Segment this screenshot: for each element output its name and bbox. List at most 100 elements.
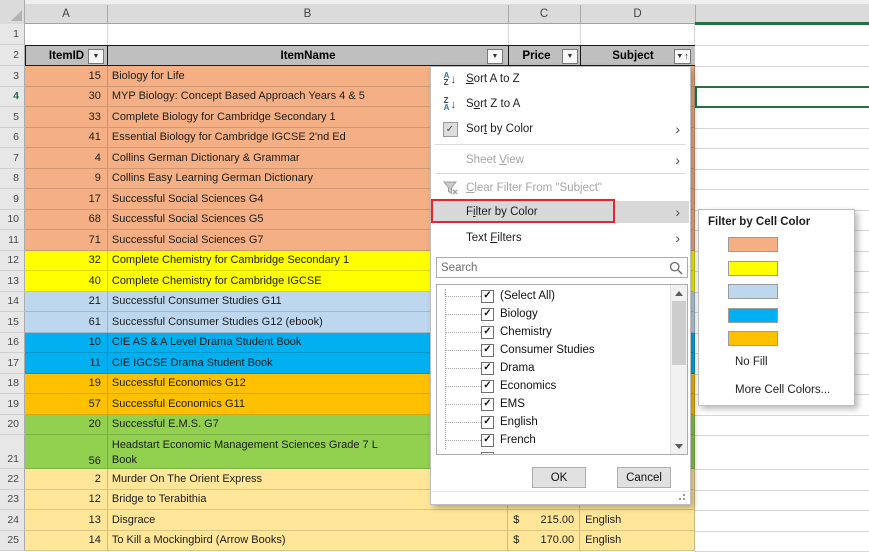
row-number-7[interactable]: 7	[0, 148, 25, 169]
cell-itemid[interactable]: 2	[25, 469, 107, 489]
filter-checkbox-item[interactable]: ✓EMS	[437, 395, 525, 413]
row-number-2[interactable]: 2	[0, 45, 25, 66]
cell-itemid[interactable]: 21	[25, 292, 107, 312]
itemname-filter-button[interactable]: ▼	[487, 49, 503, 64]
cell-itemid[interactable]: 20	[25, 415, 107, 435]
cell-itemid[interactable]: 13	[25, 510, 107, 530]
row-number-16[interactable]: 16	[0, 333, 25, 354]
cell-itemid[interactable]: 19	[25, 374, 107, 394]
row-number-9[interactable]: 9	[0, 189, 25, 210]
row-number-5[interactable]: 5	[0, 107, 25, 128]
cell-itemid[interactable]: 12	[25, 490, 107, 510]
itemid-filter-button[interactable]: ▼	[88, 49, 104, 64]
header-cell-subject[interactable]: Subject ▼↑	[580, 45, 695, 66]
row-number-18[interactable]: 18	[0, 374, 25, 395]
filter-checkbox-item[interactable]: ✓Drama	[437, 359, 535, 377]
row-number-24[interactable]: 24	[0, 510, 25, 531]
cell-price[interactable]: $215.00	[507, 510, 579, 530]
cell-itemid[interactable]: 15	[25, 66, 107, 86]
search-input[interactable]	[437, 261, 669, 275]
filter-checkbox-item[interactable]: ✓Chemistry	[437, 323, 552, 341]
column-letter-D[interactable]: D	[580, 4, 695, 24]
cell-color-swatch[interactable]	[728, 331, 778, 346]
column-letter-A[interactable]: A	[25, 4, 107, 24]
checkbox-icon[interactable]: ✓	[481, 326, 494, 339]
row-number-17[interactable]: 17	[0, 353, 25, 374]
cell-subject[interactable]: English	[579, 510, 694, 530]
search-box[interactable]	[436, 257, 688, 278]
cell-itemname[interactable]: Disgrace	[107, 510, 507, 530]
row-number-19[interactable]: 19	[0, 394, 25, 415]
filter-checkbox-item[interactable]: ✓French	[437, 431, 536, 449]
filter-checkbox-item[interactable]: ✓(Select All)	[437, 287, 555, 305]
row-number-8[interactable]: 8	[0, 169, 25, 190]
row-number-25[interactable]: 25	[0, 531, 25, 552]
select-all-corner[interactable]	[0, 0, 25, 24]
row-number-6[interactable]: 6	[0, 128, 25, 149]
row-number-20[interactable]: 20	[0, 415, 25, 436]
cell-itemid[interactable]: 56	[25, 435, 107, 468]
menu-item-sort-z-to-a[interactable]: Sort Z to AZA↓	[432, 91, 689, 116]
cell-itemname[interactable]: To Kill a Mockingbird (Arrow Books)	[107, 531, 507, 551]
menu-item-sort-a-to-z[interactable]: Sort A to ZAZ↓	[432, 67, 689, 91]
cell-itemid[interactable]: 41	[25, 128, 107, 148]
checkbox-icon[interactable]: ✓	[481, 398, 494, 411]
cell-itemid[interactable]: 10	[25, 333, 107, 353]
subject-filter-sort-button[interactable]: ▼↑	[674, 49, 691, 64]
header-cell-itemname[interactable]: ItemName ▼	[107, 45, 508, 66]
cell-itemid[interactable]: 11	[25, 353, 107, 373]
cell-color-swatch[interactable]	[728, 284, 778, 299]
filter-checkbox-item[interactable]: ✓Economics	[437, 377, 556, 395]
no-fill-option[interactable]: No Fill	[735, 356, 768, 368]
cell-itemid[interactable]: 40	[25, 271, 107, 291]
cell-itemid[interactable]: 4	[25, 148, 107, 168]
menu-item-sort-by-color[interactable]: Sort by Color✓›	[432, 116, 689, 142]
row-number-15[interactable]: 15	[0, 312, 25, 333]
cell-itemid[interactable]: 33	[25, 107, 107, 127]
cell-color-swatch[interactable]	[728, 308, 778, 323]
cell-itemid[interactable]: 32	[25, 251, 107, 271]
row-number-22[interactable]: 22	[0, 469, 25, 490]
checkbox-icon[interactable]: ✓	[481, 380, 494, 393]
scroll-down-icon[interactable]	[671, 438, 687, 454]
cancel-button[interactable]: Cancel	[617, 467, 671, 488]
row-number-14[interactable]: 14	[0, 292, 25, 313]
cell-itemid[interactable]: 57	[25, 394, 107, 414]
cell-itemid[interactable]: 14	[25, 531, 107, 551]
column-letter-C[interactable]: C	[508, 4, 580, 24]
cell-color-swatch[interactable]	[728, 237, 778, 252]
filter-checkbox-item[interactable]: ✓Consumer Studies	[437, 341, 595, 359]
cell-itemid[interactable]: 9	[25, 169, 107, 189]
cell-itemid[interactable]: 17	[25, 189, 107, 209]
row-number-12[interactable]: 12	[0, 251, 25, 272]
menu-item-text-filters[interactable]: Text Filters›	[432, 226, 689, 249]
checkbox-icon[interactable]: ✓	[481, 416, 494, 429]
cell-itemid[interactable]: 68	[25, 210, 107, 230]
column-letter-B[interactable]: B	[107, 4, 508, 24]
row-number-10[interactable]: 10	[0, 210, 25, 231]
scroll-up-icon[interactable]	[671, 285, 687, 301]
cell-price[interactable]: $170.00	[507, 531, 579, 551]
checkbox-icon[interactable]: ✓	[481, 290, 494, 303]
row-number-11[interactable]: 11	[0, 230, 25, 251]
checkbox-icon[interactable]: ✓	[481, 362, 494, 375]
cell-itemid[interactable]: 30	[25, 87, 107, 107]
filter-checkbox-item[interactable]: ✓Biology	[437, 305, 538, 323]
scrollbar-thumb[interactable]	[672, 301, 686, 365]
cell-itemid[interactable]: 61	[25, 312, 107, 332]
cell-color-swatch[interactable]	[728, 261, 778, 276]
price-filter-button[interactable]: ▼	[562, 49, 578, 64]
menu-resize-strip[interactable]	[432, 491, 689, 503]
more-cell-colors-option[interactable]: More Cell Colors...	[735, 384, 830, 396]
row-number-21[interactable]: 21	[0, 435, 25, 469]
checkbox-icon[interactable]: ✓	[481, 308, 494, 321]
row-number-1[interactable]: 1	[0, 24, 25, 45]
checkbox-icon[interactable]: ✓	[481, 344, 494, 357]
filter-checkbox-item[interactable]: ✓English	[437, 413, 538, 431]
row-number-3[interactable]: 3	[0, 66, 25, 87]
row-number-23[interactable]: 23	[0, 490, 25, 511]
cell-subject[interactable]: English	[579, 531, 694, 551]
row-number-13[interactable]: 13	[0, 271, 25, 292]
ok-button[interactable]: OK	[532, 467, 586, 488]
header-cell-itemid[interactable]: ItemID ▼	[25, 45, 107, 66]
